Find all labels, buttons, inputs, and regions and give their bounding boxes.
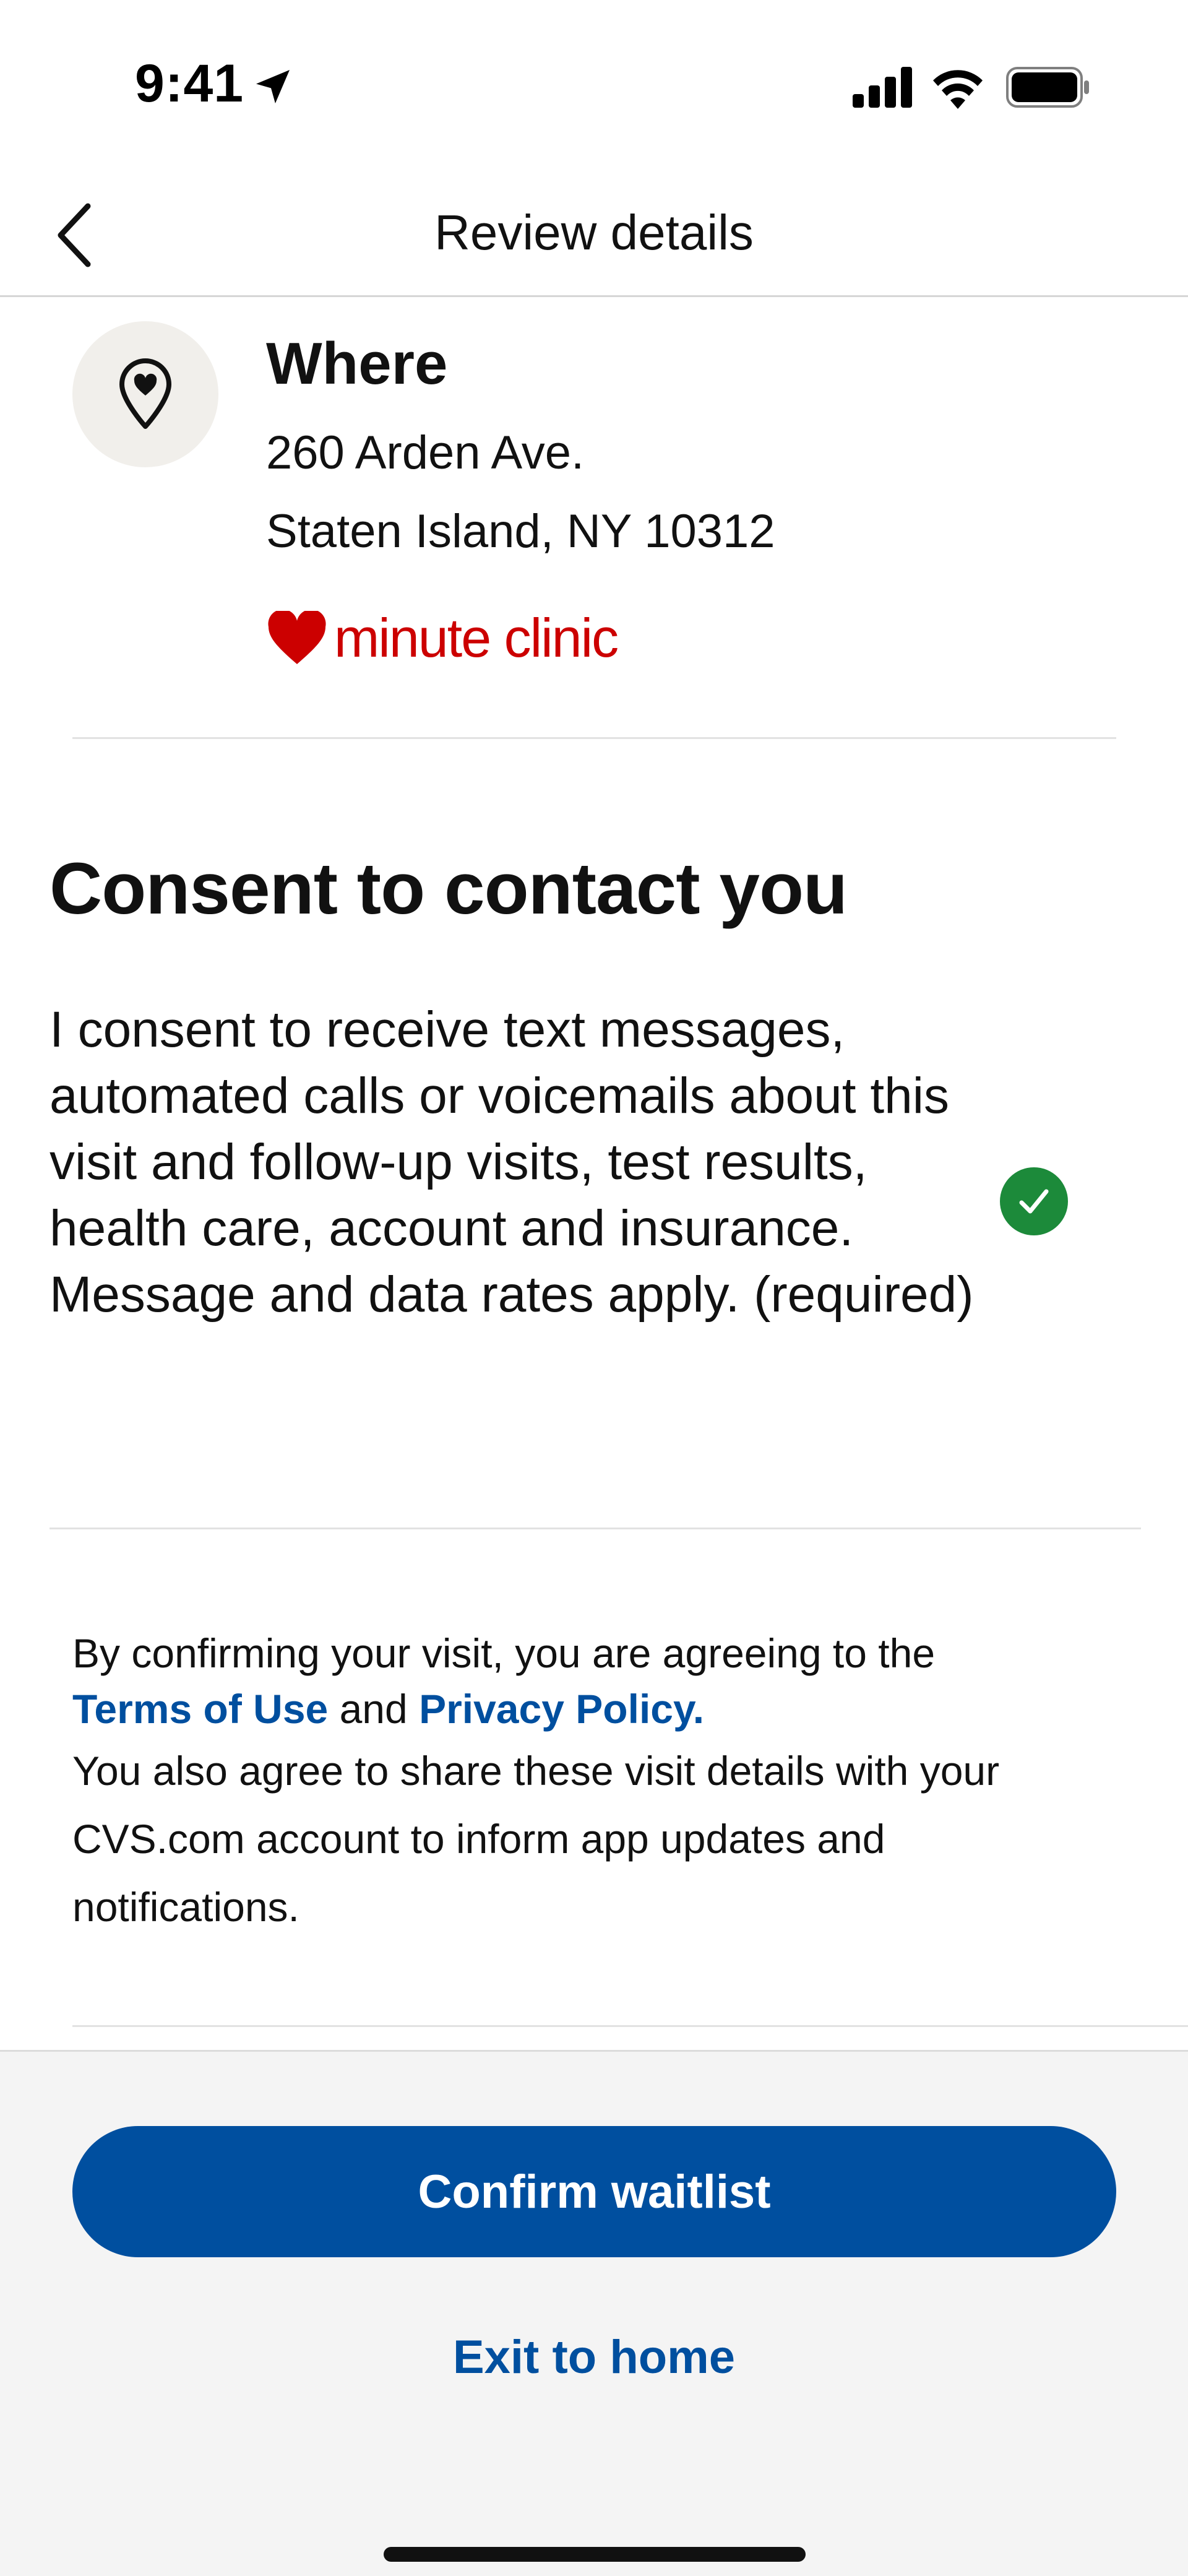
legal-intro: By confirming your visit, you are agreei… [72, 1630, 936, 1676]
bottom-action-bar: Confirm waitlist Exit to home [0, 2050, 1188, 2576]
legal-share-text: You also agree to share these visit deta… [72, 1748, 1000, 1930]
confirm-waitlist-button[interactable]: Confirm waitlist [72, 2126, 1116, 2257]
status-bar: 9:41 [0, 0, 1188, 173]
location-icon-circle [72, 321, 218, 467]
consent-title: Consent to contact you [50, 848, 848, 930]
exit-to-home-link[interactable]: Exit to home [0, 2330, 1188, 2384]
cellular-signal-icon [853, 67, 912, 108]
where-section: Where 260 Arden Ave. Staten Island, NY 1… [0, 299, 1188, 740]
location-pin-heart-icon [119, 358, 171, 429]
address-line-2: Staten Island, NY 10312 [266, 505, 775, 558]
screen: 9:41 Review details Where 260 Arden Ave.… [0, 0, 1188, 2576]
where-title: Where [266, 331, 448, 397]
page-title: Review details [434, 205, 754, 260]
home-indicator [384, 2547, 806, 2562]
address-line-1: 260 Arden Ave. [266, 426, 585, 479]
terms-of-use-link[interactable]: Terms of Use [72, 1686, 328, 1732]
status-time: 9:41 [135, 54, 244, 113]
divider [50, 1528, 1141, 1529]
wifi-icon [933, 70, 983, 109]
divider [72, 2025, 1188, 2027]
checkmark-icon [1019, 1189, 1049, 1214]
heart-icon [268, 611, 326, 664]
location-arrow-icon [256, 70, 290, 103]
minute-clinic-logo: minute clinic [266, 607, 619, 669]
divider [72, 737, 1116, 739]
legal-conjunction: and [339, 1686, 408, 1732]
legal-links-line: Terms of Use and Privacy Policy. [72, 1681, 1118, 1737]
privacy-policy-link[interactable]: Privacy Policy. [419, 1686, 704, 1732]
consent-text: I consent to receive text messages, auto… [50, 1001, 974, 1323]
consent-checkbox[interactable] [1000, 1167, 1068, 1235]
legal-notice: By confirming your visit, you are agreei… [72, 1625, 1118, 1941]
battery-icon [1006, 67, 1089, 108]
brand-text: minute clinic [334, 607, 619, 668]
nav-bar: Review details [0, 173, 1188, 297]
